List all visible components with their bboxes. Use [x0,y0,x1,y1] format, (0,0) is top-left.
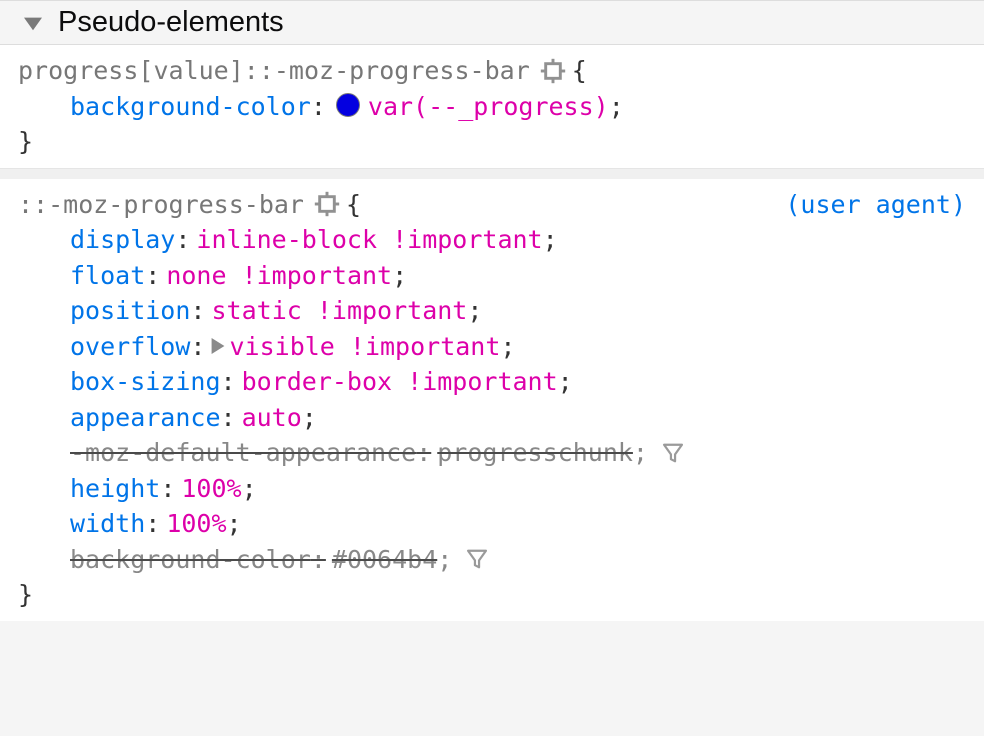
colon: : [311,89,326,125]
colon: : [190,293,205,329]
property-name[interactable]: position [70,293,190,329]
property-value[interactable]: #0064b4 [332,542,437,578]
property-name[interactable]: background-color [70,542,311,578]
selector-line: ::-moz-progress-bar { (user agent) [18,187,966,223]
property-value[interactable]: 100% [166,506,226,542]
section-title: Pseudo-elements [58,6,284,39]
declarations: display: inline-block !important; float:… [18,222,966,577]
property-name[interactable]: width [70,506,145,542]
property-value[interactable]: border-box !important [242,364,558,400]
css-declaration[interactable]: appearance: auto; [70,400,966,436]
property-name[interactable]: display [70,222,175,258]
semicolon: ; [633,435,648,471]
css-rule: ::-moz-progress-bar { (user agent) displ… [0,169,984,621]
colon: : [160,471,175,507]
colon: : [416,435,431,471]
twisty-icon [24,14,42,32]
css-declaration[interactable]: overflow: visible !important; [70,329,966,365]
property-value[interactable]: visible !important [229,329,500,365]
property-name[interactable]: overflow [70,329,190,365]
property-value[interactable]: none !important [166,258,392,294]
selector-highlighter-icon[interactable] [540,58,566,84]
css-rule: progress[value]::-moz-progress-bar { bac… [0,45,984,169]
colon: : [221,400,236,436]
property-value[interactable]: inline-block !important [196,222,542,258]
colon: : [145,258,160,294]
css-selector[interactable]: ::-moz-progress-bar [18,187,304,223]
brace-open: { [572,53,587,89]
property-name[interactable]: -moz-default-appearance [70,435,416,471]
semicolon: ; [437,542,452,578]
css-declaration[interactable]: width: 100%; [70,506,966,542]
semicolon: ; [558,364,573,400]
property-name[interactable]: float [70,258,145,294]
semicolon: ; [302,400,317,436]
property-name[interactable]: box-sizing [70,364,221,400]
filter-icon[interactable] [466,548,488,570]
stylesheet-source-link[interactable]: (user agent) [785,187,966,223]
css-selector[interactable]: progress[value]::-moz-progress-bar [18,53,530,89]
semicolon: ; [392,258,407,294]
css-declaration[interactable]: position: static !important; [70,293,966,329]
semicolon: ; [543,222,558,258]
colon: : [311,542,326,578]
selector-line: progress[value]::-moz-progress-bar { [18,53,966,89]
pseudo-elements-section-header[interactable]: Pseudo-elements [0,0,984,45]
semicolon: ; [609,89,624,125]
expand-shorthand-icon[interactable] [211,338,225,354]
colon: : [221,364,236,400]
property-name[interactable]: background-color [70,89,311,125]
property-value[interactable]: var(--_progress) [368,89,609,125]
filter-icon[interactable] [662,442,684,464]
declarations: background-color: var(--_progress); [18,89,966,125]
colon: : [145,506,160,542]
colon: : [175,222,190,258]
brace-open: { [346,187,361,223]
css-declaration-overridden[interactable]: background-color: #0064b4; [70,542,966,578]
property-name[interactable]: appearance [70,400,221,436]
property-value[interactable]: auto [242,400,302,436]
css-declaration[interactable]: box-sizing: border-box !important; [70,364,966,400]
css-declaration[interactable]: background-color: var(--_progress); [70,89,966,125]
semicolon: ; [500,329,515,365]
semicolon: ; [242,471,257,507]
semicolon: ; [227,506,242,542]
css-declaration[interactable]: display: inline-block !important; [70,222,966,258]
css-declaration-overridden[interactable]: -moz-default-appearance: progresschunk; [70,435,966,471]
property-name[interactable]: height [70,471,160,507]
color-swatch-icon[interactable] [336,93,360,117]
selector-highlighter-icon[interactable] [314,191,340,217]
property-value[interactable]: progresschunk [437,435,633,471]
brace-close: } [18,124,966,160]
brace-close: } [18,577,966,613]
property-value[interactable]: static !important [211,293,467,329]
colon: : [190,329,205,365]
property-value[interactable]: 100% [181,471,241,507]
css-declaration[interactable]: height: 100%; [70,471,966,507]
css-declaration[interactable]: float: none !important; [70,258,966,294]
semicolon: ; [467,293,482,329]
